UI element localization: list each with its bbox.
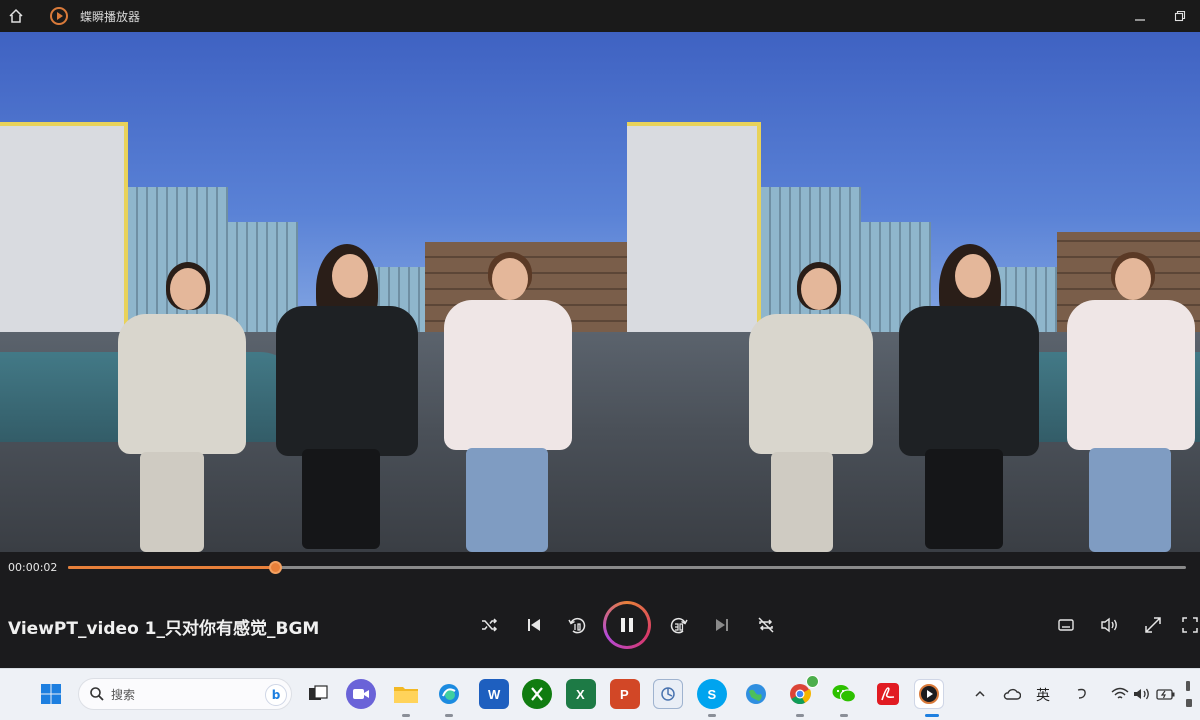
- restore-icon: [1174, 10, 1186, 22]
- rewind-10-button[interactable]: [563, 611, 591, 639]
- search-placeholder: 搜索: [111, 687, 136, 702]
- skip-next-icon: [716, 619, 728, 631]
- pause-icon: [621, 618, 633, 632]
- forward-30-button[interactable]: [665, 611, 693, 639]
- volume-tray-button[interactable]: [1130, 679, 1154, 709]
- globe-app[interactable]: [741, 679, 771, 709]
- start-button[interactable]: [36, 679, 66, 709]
- forward-30-icon: [670, 617, 688, 634]
- window-controls: [1120, 0, 1200, 32]
- screen-mode-icon: [1182, 617, 1198, 633]
- word-icon: W: [488, 687, 501, 702]
- svg-text:X: X: [576, 687, 585, 702]
- ime-mode-button[interactable]: [1070, 679, 1094, 709]
- progress-thumb[interactable]: [268, 561, 282, 574]
- xbox-app[interactable]: [522, 679, 552, 709]
- snipping-app[interactable]: [653, 679, 683, 709]
- app-logo-icon: [50, 7, 68, 25]
- screen-capture-icon: [661, 687, 675, 701]
- powerpoint-icon: P: [620, 687, 629, 702]
- tray-overflow-button[interactable]: [968, 679, 992, 709]
- excel-icon: X: [576, 687, 585, 702]
- pause-button[interactable]: [603, 601, 651, 649]
- expand-icon: [1145, 617, 1161, 633]
- edge-app[interactable]: [434, 679, 464, 709]
- wechat-icon: [832, 685, 857, 703]
- shuffle-icon: [482, 618, 498, 632]
- video-viewport[interactable]: [0, 32, 1200, 552]
- previous-button[interactable]: [520, 611, 548, 639]
- fullscreen-button[interactable]: [1139, 611, 1167, 639]
- repeat-off-icon: [758, 617, 774, 633]
- progress-bar[interactable]: [68, 561, 1186, 574]
- video-title: ViewPT_video 1_只对你有感觉_BGM: [8, 619, 320, 639]
- more-view-button[interactable]: [1180, 611, 1200, 639]
- task-view-button[interactable]: [303, 679, 333, 709]
- chevron-up-icon: [975, 690, 985, 697]
- video-left-eye: [0, 32, 627, 552]
- current-time: 00:00:02: [8, 561, 58, 574]
- word-app[interactable]: W: [479, 679, 509, 709]
- pdf-icon: [877, 683, 899, 705]
- xbox-icon: [531, 687, 543, 701]
- network-button[interactable]: [1108, 679, 1132, 709]
- minimize-icon: [1135, 19, 1145, 21]
- skype-icon: S: [708, 687, 717, 702]
- excel-app[interactable]: X: [566, 679, 596, 709]
- battery-charging-icon: [1156, 689, 1175, 700]
- rewind-10-icon: [568, 617, 586, 634]
- next-button[interactable]: [708, 611, 736, 639]
- wechat-app[interactable]: [829, 679, 859, 709]
- folder-icon: [394, 687, 418, 703]
- restore-button[interactable]: [1160, 0, 1200, 32]
- speaker-icon: [1134, 688, 1149, 700]
- wifi-icon: [1111, 687, 1129, 699]
- shuffle-button[interactable]: [475, 611, 503, 639]
- home-icon: [9, 8, 23, 23]
- clock-area[interactable]: [1186, 677, 1200, 711]
- ime-mode-icon: [1077, 688, 1086, 699]
- taskbar: 搜索 b W X P S 英: [0, 668, 1200, 720]
- title-bar: 蝶瞬播放器: [0, 0, 1200, 32]
- edge-icon: [439, 684, 459, 704]
- subtitles-icon: [1058, 619, 1074, 631]
- file-explorer-app[interactable]: [391, 679, 421, 709]
- cloud-icon: [1003, 688, 1021, 700]
- skype-app[interactable]: S: [697, 679, 727, 709]
- subtitles-button[interactable]: [1052, 611, 1080, 639]
- acrobat-app[interactable]: [873, 679, 903, 709]
- task-view-icon: [309, 685, 328, 700]
- video-call-icon: [353, 689, 369, 699]
- onedrive-button[interactable]: [1000, 679, 1024, 709]
- volume-button[interactable]: [1096, 611, 1124, 639]
- taskbar-search[interactable]: 搜索 b: [78, 678, 292, 710]
- player-logo-icon: [919, 684, 939, 704]
- bing-icon[interactable]: b: [265, 684, 287, 706]
- globe-icon: [746, 684, 766, 704]
- search-icon: [90, 687, 104, 701]
- notification-badge: [806, 675, 819, 688]
- skip-previous-icon: [528, 619, 540, 631]
- windows-start-icon: [41, 684, 61, 704]
- player-controls: 00:00:02 ViewPT_video 1_只对你有感觉_BGM: [0, 552, 1200, 668]
- video-right-eye: [627, 32, 1200, 552]
- svg-text:W: W: [488, 687, 501, 702]
- progress-fill: [68, 566, 275, 569]
- app-window: 蝶瞬播放器 00:00:02 ViewPT_video 1_只对你有感觉_BGM…: [0, 0, 1200, 720]
- svg-text:P: P: [620, 687, 629, 702]
- battery-button[interactable]: [1154, 679, 1178, 709]
- meet-app[interactable]: [346, 679, 376, 709]
- ime-language-indicator[interactable]: 英: [1036, 685, 1050, 705]
- video-player-app[interactable]: [914, 679, 944, 709]
- minimize-button[interactable]: [1120, 0, 1160, 32]
- repeat-off-button[interactable]: [752, 611, 780, 639]
- svg-text:S: S: [708, 687, 717, 702]
- powerpoint-app[interactable]: P: [610, 679, 640, 709]
- chrome-app[interactable]: [785, 675, 819, 709]
- home-button[interactable]: [0, 0, 32, 32]
- app-title: 蝶瞬播放器: [80, 9, 141, 24]
- volume-icon: [1101, 617, 1117, 633]
